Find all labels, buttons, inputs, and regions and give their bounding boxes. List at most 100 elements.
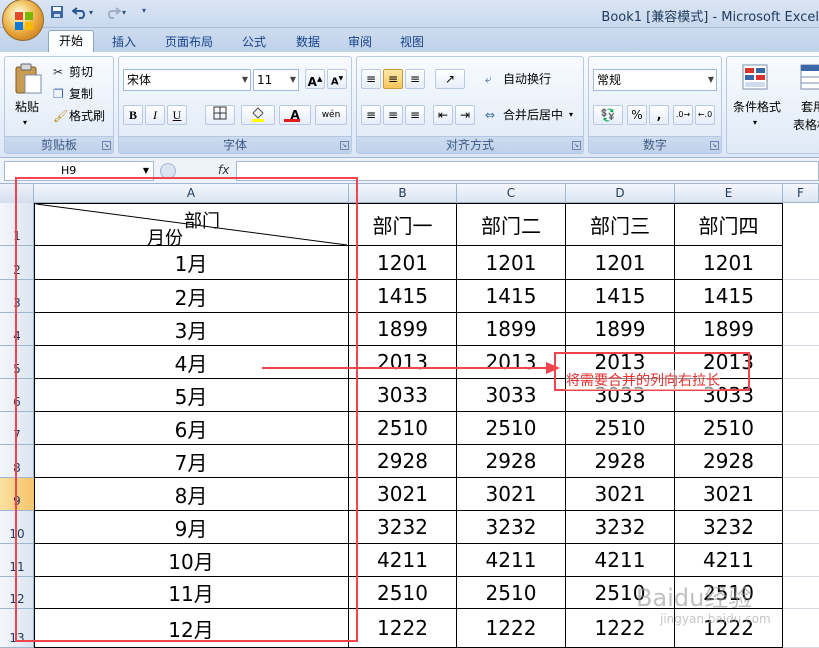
conditional-dropdown-icon[interactable]: ▾: [753, 115, 757, 131]
empty-cell[interactable]: [783, 246, 819, 280]
value-cell[interactable]: 3232: [349, 511, 457, 544]
value-cell[interactable]: 1415: [457, 280, 566, 313]
undo-icon[interactable]: [71, 5, 88, 21]
merge-dropdown-icon[interactable]: ▾: [569, 107, 573, 123]
italic-button[interactable]: I: [145, 105, 165, 125]
row-header-2[interactable]: 2: [0, 246, 34, 280]
month-cell[interactable]: 11月: [34, 577, 349, 609]
month-cell[interactable]: 2月: [34, 280, 349, 313]
tab-view[interactable]: 视图: [390, 32, 434, 52]
fill-color-button[interactable]: [241, 105, 275, 125]
format-as-table-line2[interactable]: 表格格: [793, 117, 819, 133]
value-cell[interactable]: 1201: [349, 246, 457, 280]
month-cell[interactable]: 12月: [34, 609, 349, 648]
cut-button[interactable]: 剪切: [69, 64, 93, 80]
name-box-dropdown-icon[interactable]: ▼: [143, 162, 149, 180]
phonetic-button[interactable]: wén: [315, 105, 347, 125]
value-cell[interactable]: 3033: [349, 379, 457, 412]
decrease-indent-icon[interactable]: ⇤: [433, 105, 453, 125]
grow-font-button[interactable]: A▲: [305, 69, 325, 89]
value-cell[interactable]: 2013: [457, 346, 566, 379]
value-cell[interactable]: 2928: [566, 445, 675, 478]
empty-cell[interactable]: [783, 577, 819, 609]
tab-insert[interactable]: 插入: [104, 32, 144, 52]
accounting-format-icon[interactable]: 💱: [593, 105, 623, 125]
value-cell[interactable]: 2928: [457, 445, 566, 478]
department-header-cell[interactable]: 部门一: [349, 203, 457, 246]
value-cell[interactable]: 2510: [349, 412, 457, 445]
month-cell[interactable]: 9月: [34, 511, 349, 544]
value-cell[interactable]: 3021: [457, 478, 566, 511]
empty-cell[interactable]: [783, 313, 819, 346]
bold-button[interactable]: B: [123, 105, 143, 125]
empty-cell[interactable]: [783, 412, 819, 445]
font-size-combo[interactable]: 11 ▼: [253, 69, 299, 91]
month-cell[interactable]: 5月: [34, 379, 349, 412]
align-left-icon[interactable]: ≡: [361, 105, 381, 125]
font-name-combo[interactable]: 宋体 ▼: [123, 69, 251, 91]
tab-formulas[interactable]: 公式: [232, 32, 276, 52]
clipboard-launcher-icon[interactable]: ↘: [102, 141, 111, 150]
align-middle-icon[interactable]: ≡: [383, 69, 403, 89]
value-cell[interactable]: 1899: [349, 313, 457, 346]
value-cell[interactable]: 1899: [457, 313, 566, 346]
number-launcher-icon[interactable]: ↘: [710, 141, 719, 150]
empty-cell[interactable]: [783, 544, 819, 577]
row-header-6[interactable]: 6: [0, 379, 34, 412]
conditional-formatting-button[interactable]: 条件格式: [733, 99, 781, 115]
save-icon[interactable]: [50, 5, 64, 21]
empty-cell[interactable]: [783, 346, 819, 379]
month-cell[interactable]: 3月: [34, 313, 349, 346]
formula-input[interactable]: [236, 161, 819, 181]
paste-icon[interactable]: [13, 63, 43, 95]
decrease-decimal-icon[interactable]: ←.0: [695, 105, 715, 125]
redo-icon[interactable]: [105, 5, 122, 21]
format-as-table-line1[interactable]: 套用: [801, 99, 819, 115]
row-header-13[interactable]: 13: [0, 609, 34, 648]
align-top-icon[interactable]: ≡: [361, 69, 381, 89]
tab-review[interactable]: 审阅: [338, 32, 382, 52]
customize-qat-icon[interactable]: ▾: [142, 6, 146, 22]
value-cell[interactable]: 1201: [675, 246, 783, 280]
row-header-4[interactable]: 4: [0, 313, 34, 346]
row-header-8[interactable]: 8: [0, 445, 34, 478]
column-header-e[interactable]: E: [675, 184, 783, 203]
month-cell[interactable]: 10月: [34, 544, 349, 577]
tab-home[interactable]: 开始: [48, 30, 94, 53]
office-button[interactable]: [2, 0, 44, 41]
value-cell[interactable]: 4211: [675, 544, 783, 577]
value-cell[interactable]: 3232: [566, 511, 675, 544]
column-header-c[interactable]: C: [457, 184, 566, 203]
percent-button[interactable]: %: [627, 105, 647, 125]
value-cell[interactable]: 2928: [675, 445, 783, 478]
number-format-combo[interactable]: 常规 ▼: [593, 69, 717, 91]
value-cell[interactable]: 1415: [349, 280, 457, 313]
paste-dropdown-icon[interactable]: ▾: [23, 115, 27, 131]
shrink-font-button[interactable]: A▼: [327, 69, 347, 89]
value-cell[interactable]: 1222: [349, 609, 457, 648]
month-cell[interactable]: 6月: [34, 412, 349, 445]
value-cell[interactable]: 1415: [566, 280, 675, 313]
row-header-3[interactable]: 3: [0, 280, 34, 313]
value-cell[interactable]: 4211: [566, 544, 675, 577]
value-cell[interactable]: 1415: [675, 280, 783, 313]
undo-dropdown-icon[interactable]: ▾: [89, 8, 93, 24]
column-header-f[interactable]: F: [783, 184, 819, 203]
tab-data[interactable]: 数据: [286, 32, 330, 52]
wrap-text-button[interactable]: 自动换行: [503, 71, 551, 87]
value-cell[interactable]: 1899: [566, 313, 675, 346]
value-cell[interactable]: 3021: [675, 478, 783, 511]
align-right-icon[interactable]: ≡: [405, 105, 425, 125]
empty-cell[interactable]: [783, 478, 819, 511]
value-cell[interactable]: 2510: [457, 412, 566, 445]
diagonal-header-cell[interactable]: 部门 月份: [34, 203, 349, 249]
paste-button[interactable]: 粘贴: [15, 99, 39, 115]
value-cell[interactable]: 1222: [457, 609, 566, 648]
redo-dropdown-icon[interactable]: ▾: [122, 8, 126, 24]
row-header-12[interactable]: 12: [0, 577, 34, 609]
alignment-launcher-icon[interactable]: ↘: [572, 141, 581, 150]
font-color-button[interactable]: A: [279, 105, 311, 125]
value-cell[interactable]: 2510: [349, 577, 457, 609]
value-cell[interactable]: 3232: [457, 511, 566, 544]
align-bottom-icon[interactable]: ≡: [405, 69, 425, 89]
